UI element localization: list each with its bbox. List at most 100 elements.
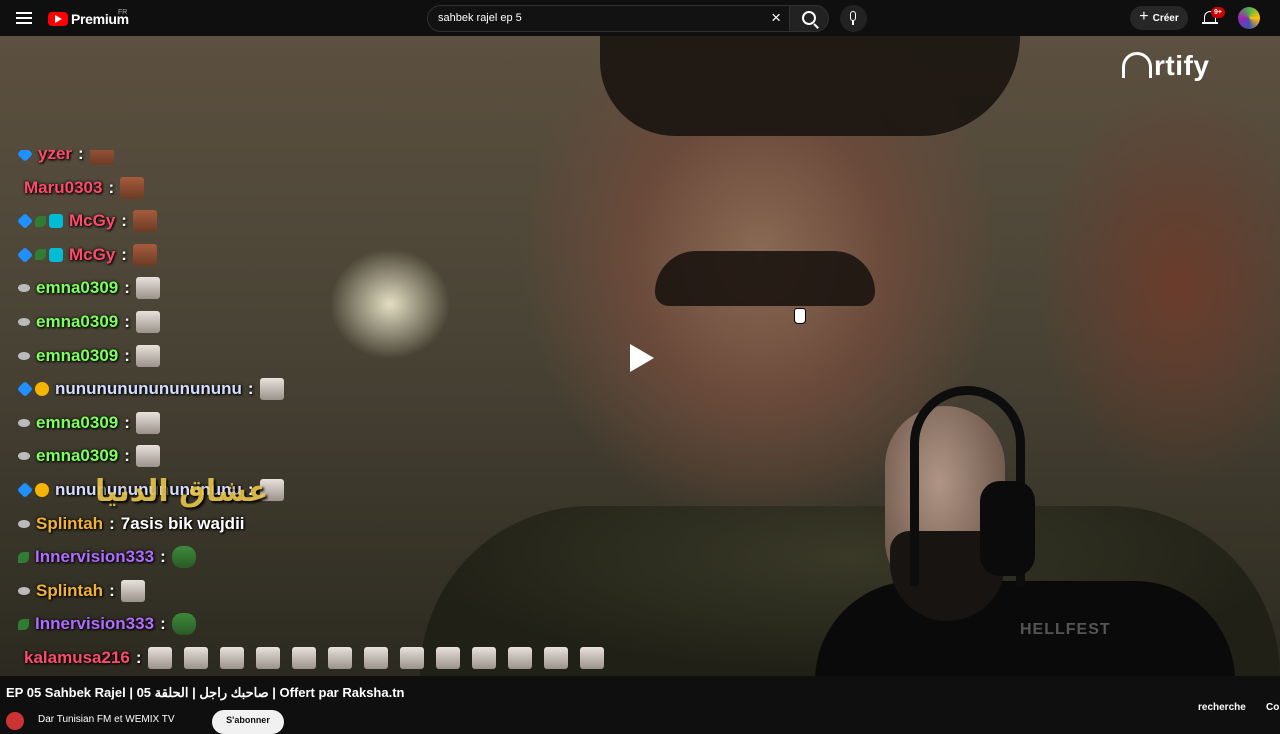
cat-emote-icon [135, 277, 160, 300]
chat-badges [18, 318, 30, 326]
face-emote-icon [120, 176, 145, 199]
chat-separator: : [124, 278, 130, 298]
youtube-play-icon [48, 12, 68, 26]
face-emote-icon [132, 243, 157, 266]
frog-emote-icon [171, 613, 196, 636]
bot-badge-icon [18, 452, 30, 461]
top-bar: Premium FR sahbek rajel ep 5 × + Créer 9… [0, 0, 1280, 36]
chat-badges [18, 586, 30, 595]
chat-separator: : [121, 244, 127, 264]
cat-emote-icon [399, 647, 424, 669]
chat-message: McGy: [18, 207, 157, 235]
artify-logo-icon [1122, 52, 1152, 78]
create-button[interactable]: + Créer [1130, 6, 1188, 30]
cat-emote-icon [363, 647, 388, 669]
artify-watermark: rtify [1122, 50, 1209, 82]
bot-badge-icon [18, 318, 30, 326]
chat-message: kalamusa216: [18, 644, 604, 672]
frog-emote-icon [171, 546, 196, 569]
leaf-badge-icon [35, 215, 46, 227]
chat-message: Innervision333: [18, 610, 196, 638]
cat-emote-icon [259, 378, 284, 401]
chat-badges [18, 618, 29, 630]
chat-username: emna0309 [36, 312, 119, 331]
chat-username: Splintah [36, 513, 104, 533]
bot-badge-icon [18, 284, 30, 293]
chat-separator: : [124, 312, 130, 331]
bot-badge-icon [18, 351, 30, 360]
chat-message: emna0309: [18, 308, 160, 336]
cat-emote-icon [219, 647, 244, 669]
cube-badge-icon [18, 150, 33, 162]
chat-badges [18, 381, 49, 398]
voice-search-icon[interactable] [840, 5, 867, 32]
youtube-logo[interactable]: Premium [48, 9, 129, 29]
bits-badge-icon [35, 382, 49, 397]
notification-badge: 9+ [1211, 7, 1225, 18]
chat-username: Splintah [36, 580, 104, 600]
cat-emote-icon [291, 647, 316, 669]
recherche-label[interactable]: recherche [1198, 702, 1246, 713]
chat-separator: : [124, 412, 130, 432]
cat-emote-icon [183, 647, 208, 669]
cat-emote-icon [135, 445, 160, 468]
cat-emote-icon [135, 344, 160, 367]
cube-badge-icon [18, 381, 33, 398]
emote-row [147, 647, 604, 669]
plus-icon: + [1139, 8, 1149, 25]
cat-emote-icon [135, 311, 160, 333]
cat-emote-icon [435, 647, 460, 669]
chat-separator: : [124, 446, 130, 466]
create-label: Créer [1152, 12, 1179, 24]
subscribe-button[interactable]: S'abonner [212, 710, 284, 734]
chat-separator: : [247, 379, 254, 399]
bot-badge-icon [18, 586, 30, 595]
clear-search-icon[interactable]: × [771, 8, 781, 28]
video-scene-hair [600, 36, 1020, 136]
chat-separator: : [160, 547, 166, 567]
chat-overlay: yzer: Maru0303: McGy: McGy: emna0309: emna030… [18, 150, 638, 680]
cube-badge-icon [18, 246, 33, 263]
cat-emote-icon [327, 647, 352, 669]
chat-message: McGy: [18, 241, 157, 269]
cat-emote-icon [471, 647, 496, 669]
region-code: FR [118, 9, 128, 16]
chat-username: nununununununununu [55, 379, 242, 399]
chat-badges [18, 150, 33, 162]
chat-separator: : [108, 177, 115, 197]
video-scene-mustache [655, 251, 875, 306]
chat-message: Maru0303: [18, 174, 145, 202]
chat-separator: : [109, 513, 115, 533]
cat-emote-icon [579, 647, 604, 669]
chat-username: emna0309 [36, 345, 119, 365]
chat-username: kalamusa216 [24, 648, 130, 667]
search-input[interactable]: sahbek rajel ep 5 × [427, 5, 789, 32]
chat-username: emna0309 [36, 446, 119, 466]
chat-badges [18, 284, 30, 293]
chat-separator: : [121, 211, 127, 231]
chat-message: emna0309: [18, 442, 160, 470]
search-button[interactable] [789, 5, 829, 32]
cat-emote-icon [135, 411, 160, 434]
chat-message: emna0309: [18, 409, 160, 437]
cat-emote-icon [507, 647, 532, 669]
account-avatar[interactable] [1238, 7, 1260, 29]
chat-message: yzer: [18, 150, 114, 168]
cube-badge-icon [18, 213, 33, 230]
face-emote-icon [89, 150, 114, 165]
chat-message: Splintah:7asis bik wajdii [18, 510, 245, 538]
truncated-label: Co [1266, 702, 1280, 713]
chat-username: McGy [69, 244, 116, 264]
chat-badges [18, 246, 63, 263]
leaf-badge-icon [18, 551, 29, 563]
hamburger-menu-icon[interactable] [14, 9, 36, 27]
chat-badges [18, 551, 29, 563]
search-value: sahbek rajel ep 5 [438, 12, 522, 24]
chat-badges [18, 213, 63, 230]
chat-username: Maru0303 [24, 177, 103, 197]
gift-badge-icon [49, 214, 63, 229]
channel-avatar[interactable] [6, 712, 24, 730]
cat-emote-icon [147, 647, 172, 669]
chat-message: emna0309: [18, 274, 160, 302]
chat-username: McGy [69, 211, 116, 231]
